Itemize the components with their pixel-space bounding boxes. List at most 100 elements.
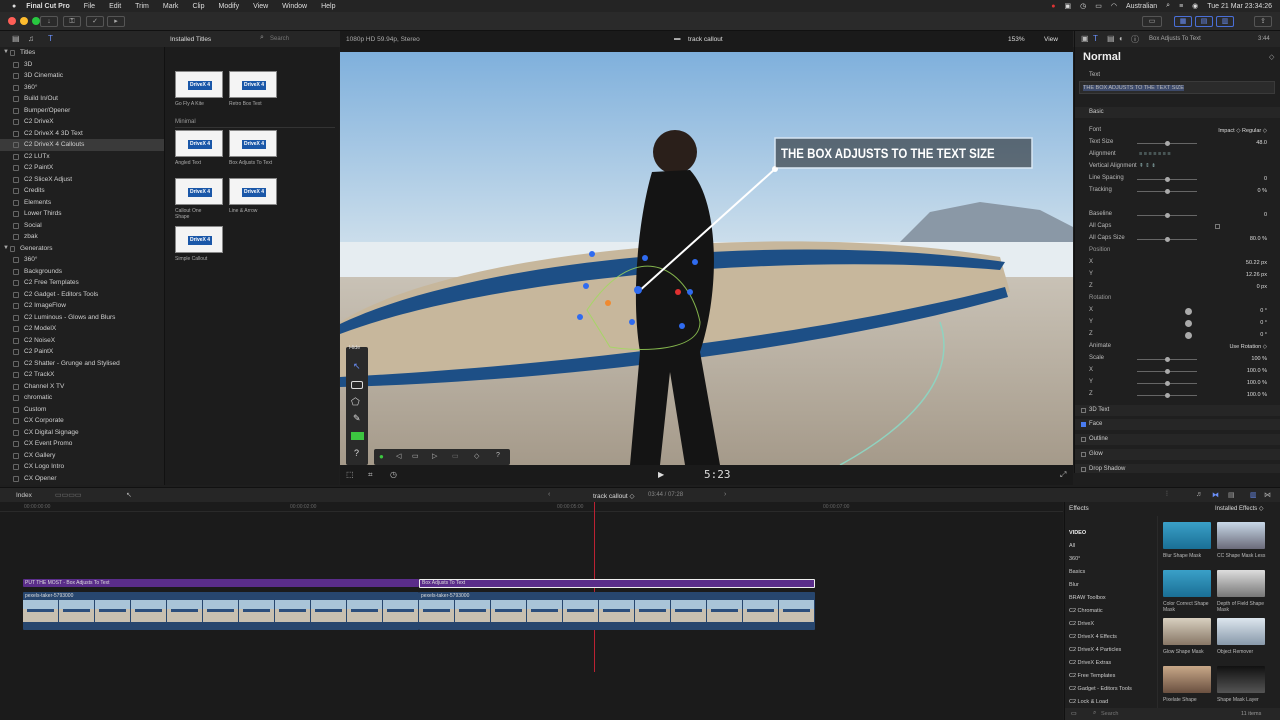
minimize-window-button[interactable] xyxy=(20,17,28,25)
effects-category-c2-chromatic[interactable]: C2 Chromatic xyxy=(1069,608,1103,614)
menu-help[interactable]: Help xyxy=(321,3,335,10)
effects-category-c2-free-templates[interactable]: C2 Free Templates xyxy=(1069,673,1115,679)
fullscreen-icon[interactable]: ⤢ xyxy=(1060,470,1066,480)
input-source[interactable]: Australian xyxy=(1126,3,1157,10)
sidebar-item-cx-logo-intro[interactable]: CX Logo Intro xyxy=(0,461,164,473)
inspector-value-x[interactable]: 0 ° xyxy=(1207,308,1267,314)
slider-knob[interactable] xyxy=(1165,177,1170,182)
inspector-value-font[interactable]: Impact ◇ Regular ◇ xyxy=(1187,128,1267,134)
effect-thumb-object-remover[interactable] xyxy=(1217,618,1265,645)
slider-knob[interactable] xyxy=(1165,393,1170,398)
skimming-icon[interactable]: ▤ xyxy=(1228,491,1235,499)
timeline-project-menu[interactable]: track callout ◇ xyxy=(593,492,635,500)
title-thumb-simple-callout[interactable]: DriveX 4 xyxy=(175,226,223,253)
menu-mark[interactable]: Mark xyxy=(163,3,179,10)
title-thumb-line-arrow[interactable]: DriveX 4 xyxy=(229,178,277,205)
sidebar-item-c2-luminous-glows-and-blurs[interactable]: C2 Luminous - Glows and Blurs xyxy=(0,312,164,324)
sidebar-item-c2-modelx[interactable]: C2 ModelX xyxy=(0,323,164,335)
zoom-window-button[interactable] xyxy=(32,17,40,25)
drop-shadow-checkbox[interactable] xyxy=(1081,467,1086,472)
sidebar-item-channel-x-tv[interactable]: Channel X TV xyxy=(0,381,164,393)
effects-search-input[interactable]: Search xyxy=(1101,711,1118,717)
text-input[interactable]: THE BOX ADJUSTS TO THE TEXT SIZE xyxy=(1079,81,1275,94)
sidebar-item-cx-gallery[interactable]: CX Gallery xyxy=(0,450,164,462)
viewer-zoom[interactable]: 153% xyxy=(1008,36,1025,43)
sidebar-item-cx-corporate[interactable]: CX Corporate xyxy=(0,415,164,427)
effect-thumb-color-correct-shape-mask[interactable] xyxy=(1163,570,1211,597)
record-dot-icon[interactable]: ● xyxy=(379,452,384,461)
effect-thumb-shape-mask-layer[interactable] xyxy=(1217,666,1265,693)
track-shape-icon[interactable]: ◇ xyxy=(474,452,479,460)
datetime[interactable]: Tue 21 Mar 23:34:26 xyxy=(1207,3,1272,10)
all-caps-checkbox[interactable] xyxy=(1215,224,1220,229)
control-center-icon[interactable]: ≡ xyxy=(1179,3,1183,10)
browser-title[interactable]: Installed Titles xyxy=(170,36,211,43)
sidebar-item-360[interactable]: 360° xyxy=(0,254,164,266)
search-icon[interactable]: ⌕ xyxy=(1166,2,1170,10)
inspector-section-glow[interactable]: Glow xyxy=(1075,449,1280,460)
alignment-buttons-icon[interactable]: ≡ ≡ ≡ ≡ ≡ ≡ ≡ xyxy=(1139,151,1171,157)
browser-search-input[interactable]: Search xyxy=(270,36,289,42)
sidebar-toggle-icon[interactable]: ▭ xyxy=(1071,710,1077,717)
transform-menu-icon[interactable]: ⬚ xyxy=(346,470,354,479)
sidebar-item-c2-drivex[interactable]: C2 DriveX xyxy=(0,116,164,128)
edit-tool-icon[interactable]: ↖ xyxy=(126,491,132,499)
inspector-value-y[interactable]: 12.26 px xyxy=(1207,272,1267,278)
track-range-icon[interactable]: ▭ xyxy=(452,452,459,460)
timeline-index-button[interactable]: Index xyxy=(16,492,32,499)
wifi-icon[interactable]: ◠ xyxy=(1111,2,1117,10)
track-help-icon[interactable]: ? xyxy=(496,452,500,459)
transitions-icon[interactable]: ⋈ xyxy=(1264,491,1271,499)
sidebar-item-zbak[interactable]: zbak xyxy=(0,231,164,243)
play-button[interactable]: ▶ xyxy=(658,470,664,479)
sidebar-item-backgrounds[interactable]: Backgrounds xyxy=(0,266,164,278)
disclosure-down-icon[interactable]: ▼ xyxy=(3,47,9,59)
crop-menu-icon[interactable]: ⌗ xyxy=(368,470,373,480)
slider-knob[interactable] xyxy=(1165,141,1170,146)
effect-thumb-depth-of-field-shape-mask[interactable] xyxy=(1217,570,1265,597)
sidebar-item-c2-lutx[interactable]: C2 LUTx xyxy=(0,151,164,163)
speed-menu-icon[interactable]: ◷ xyxy=(390,470,397,479)
sidebar-item-lower-thirds[interactable]: Lower Thirds xyxy=(0,208,164,220)
video-canvas[interactable]: THE BOX ADJUSTS TO THE TEXT SIZE Hide ↖ … xyxy=(340,52,1073,465)
effects-divider[interactable] xyxy=(1157,516,1158,712)
inspector-value-all-caps-size[interactable]: 80.0 % xyxy=(1207,236,1267,242)
sidebar-item-custom[interactable]: Custom xyxy=(0,404,164,416)
track-backward-icon[interactable]: ◁ xyxy=(396,452,401,460)
headphones-icon[interactable]: ♬ xyxy=(1196,491,1203,498)
sidebar-item-chromatic[interactable]: chromatic xyxy=(0,392,164,404)
track-forward-icon[interactable]: ▷ xyxy=(432,452,437,460)
sidebar-item-elements[interactable]: Elements xyxy=(0,197,164,209)
effects-category-c2-drivex-4-effects[interactable]: C2 DriveX 4 Effects xyxy=(1069,634,1117,640)
effects-category-c2-drivex-extras[interactable]: C2 DriveX Extras xyxy=(1069,660,1111,666)
siri-icon[interactable]: ◉ xyxy=(1192,2,1198,10)
rotation-dial[interactable] xyxy=(1185,320,1192,327)
menu-trim[interactable]: Trim xyxy=(135,3,149,10)
inspector-value-baseline[interactable]: 0 xyxy=(1207,212,1267,218)
inspector-value-y[interactable]: 0 ° xyxy=(1207,320,1267,326)
inspector-value-x[interactable]: 50.22 px xyxy=(1207,260,1267,266)
sidebar-item-360[interactable]: 360° xyxy=(0,82,164,94)
slider-knob[interactable] xyxy=(1165,237,1170,242)
sidebar-item-c2-drivex-4-3d-text[interactable]: C2 DriveX 4 3D Text xyxy=(0,128,164,140)
photos-audio-icon[interactable]: ♫ xyxy=(28,34,34,43)
video-inspector-tab-icon[interactable]: ▣ xyxy=(1081,34,1089,43)
sidebar-category-titles[interactable]: ▼ Titles xyxy=(0,47,164,59)
effect-thumb-cc-shape-mask-less[interactable] xyxy=(1217,522,1265,549)
menu-clip[interactable]: Clip xyxy=(192,3,204,10)
effects-category-c2-drivex[interactable]: C2 DriveX xyxy=(1069,621,1094,627)
installed-effects-menu[interactable]: Installed Effects ◇ xyxy=(1215,505,1264,512)
sidebar-item-c2-gadget-editors-tools[interactable]: C2 Gadget - Editors Tools xyxy=(0,289,164,301)
inspector-value-scale[interactable]: 100 % xyxy=(1207,356,1267,362)
camera-icon[interactable]: ▣ xyxy=(1065,2,1072,10)
back-arrow-icon[interactable]: ‹ xyxy=(548,491,550,498)
menu-edit[interactable]: Edit xyxy=(109,3,121,10)
title-thumb-angled-text[interactable]: DriveX 4 xyxy=(175,130,223,157)
rotation-dial[interactable] xyxy=(1185,332,1192,339)
help-icon[interactable]: ? xyxy=(354,448,359,458)
sidebar-item-c2-slicex-adjust[interactable]: C2 SliceX Adjust xyxy=(0,174,164,186)
effects-category-braw-toolbox[interactable]: BRAW Toolbox xyxy=(1069,595,1106,601)
sidebar-item-credits[interactable]: Credits xyxy=(0,185,164,197)
inspector-value-tracking[interactable]: 0 % xyxy=(1207,188,1267,194)
browser-toggle-icon[interactable]: ▦ xyxy=(1174,16,1192,27)
